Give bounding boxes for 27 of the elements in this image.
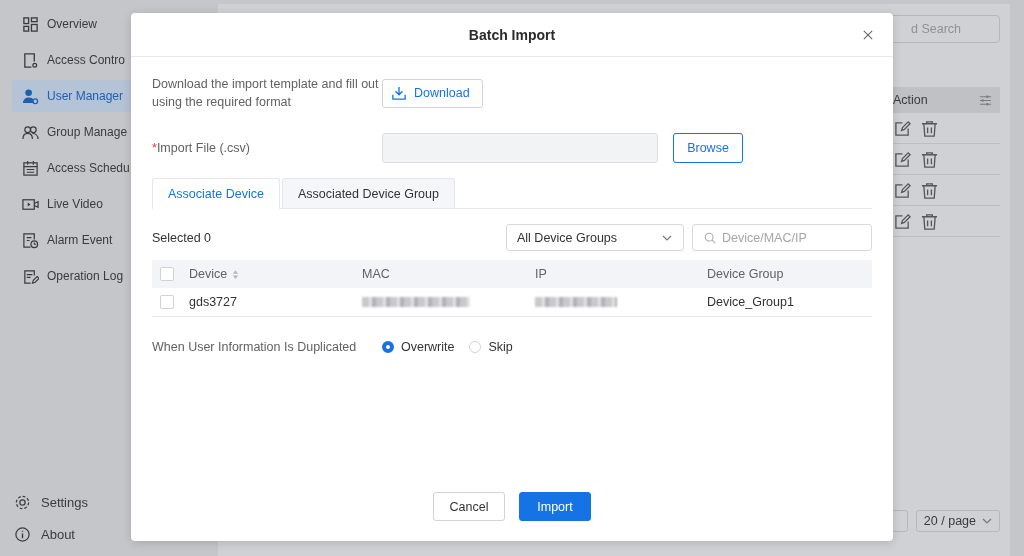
browse-button[interactable]: Browse xyxy=(673,133,743,163)
field-label: When User Information Is Duplicated xyxy=(152,340,358,354)
required-mark: * xyxy=(152,141,157,155)
group-dropdown[interactable]: All Device Groups xyxy=(506,224,684,251)
sidebar-item[interactable]: About xyxy=(12,518,218,550)
tab[interactable]: Associated Device Group xyxy=(281,178,455,208)
radio-option[interactable]: Skip xyxy=(469,340,513,354)
column-header: Action xyxy=(893,93,928,107)
cancel-button[interactable]: Cancel xyxy=(433,492,505,521)
download-button[interactable]: Download xyxy=(382,78,483,108)
dialog-title: Batch Import xyxy=(468,26,556,43)
table-cell: gds3727 xyxy=(189,295,237,309)
sidebar-item[interactable]: Settings xyxy=(12,486,218,518)
page-size-dropdown[interactable]: 20 / page xyxy=(915,510,1000,532)
sidebar-item[interactable]: Access Contro xyxy=(12,44,218,76)
sidebar-item[interactable]: Overview xyxy=(12,8,218,40)
radio-option[interactable]: Overwrite xyxy=(382,340,455,354)
table-cell: Device_Group1 xyxy=(707,295,794,309)
tab[interactable]: Associate Device xyxy=(152,178,280,209)
selected-count: Selected 0 xyxy=(152,230,213,245)
import-button[interactable]: Import xyxy=(519,492,591,521)
column-header: Device Group xyxy=(707,267,784,281)
field-label: Import File (.csv) xyxy=(156,141,250,155)
search-field[interactable]: Device/MAC/IP xyxy=(692,224,872,251)
column-header: Device xyxy=(189,267,228,281)
column-header: IP xyxy=(535,267,547,281)
column-header: MAC xyxy=(362,267,390,281)
